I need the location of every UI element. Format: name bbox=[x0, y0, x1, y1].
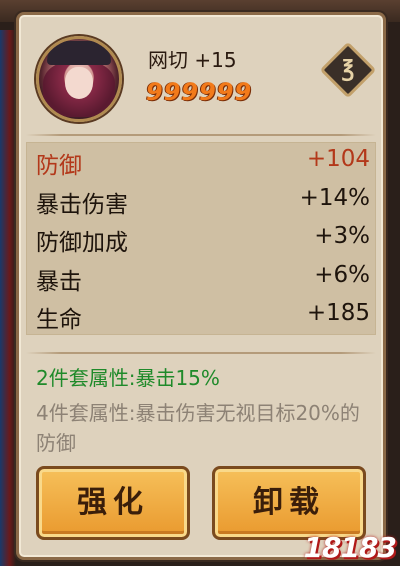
item-rating: 999999 bbox=[146, 78, 253, 106]
stat-value: +6% bbox=[314, 261, 370, 288]
divider-bottom bbox=[26, 352, 376, 354]
stat-row-main: 防御 +104 bbox=[26, 142, 376, 181]
background-scene-edge bbox=[0, 30, 16, 566]
item-name-level: 网切 +15 bbox=[148, 48, 237, 72]
stat-row: 防御加成 +3% bbox=[26, 219, 376, 258]
stat-value: +185 bbox=[306, 300, 370, 326]
stat-list: 防御 +104 暴击伤害 +14% 防御加成 +3% 暴击 +6% 生命 +18… bbox=[26, 142, 376, 335]
stat-row: 暴击 +6% bbox=[26, 258, 376, 297]
upgrade-button[interactable]: 强化 bbox=[36, 466, 190, 540]
stat-label: 暴击伤害 bbox=[36, 191, 128, 218]
set-bonus-four-piece: 4件套属性:暴击伤害无视目标20%的防御 bbox=[36, 401, 360, 455]
divider-top bbox=[26, 134, 376, 136]
stat-value: +14% bbox=[299, 184, 370, 211]
stat-row: 暴击伤害 +14% bbox=[26, 181, 376, 220]
stat-value: +3% bbox=[314, 223, 370, 249]
unequip-button[interactable]: 卸载 bbox=[212, 466, 366, 540]
stat-label: 暴击 bbox=[36, 268, 82, 295]
site-watermark: 18183 bbox=[303, 531, 397, 564]
set-bonus-two-piece: 2件套属性:暴击15% bbox=[36, 366, 220, 390]
shikigami-portrait bbox=[36, 36, 122, 122]
stat-value: +104 bbox=[306, 146, 370, 172]
stat-label: 防御 bbox=[36, 153, 82, 179]
stat-row: 生命 +185 bbox=[26, 296, 376, 335]
stat-label: 生命 bbox=[36, 307, 82, 333]
lock-icon: ℥ bbox=[341, 57, 355, 82]
stat-label: 防御加成 bbox=[36, 230, 128, 256]
